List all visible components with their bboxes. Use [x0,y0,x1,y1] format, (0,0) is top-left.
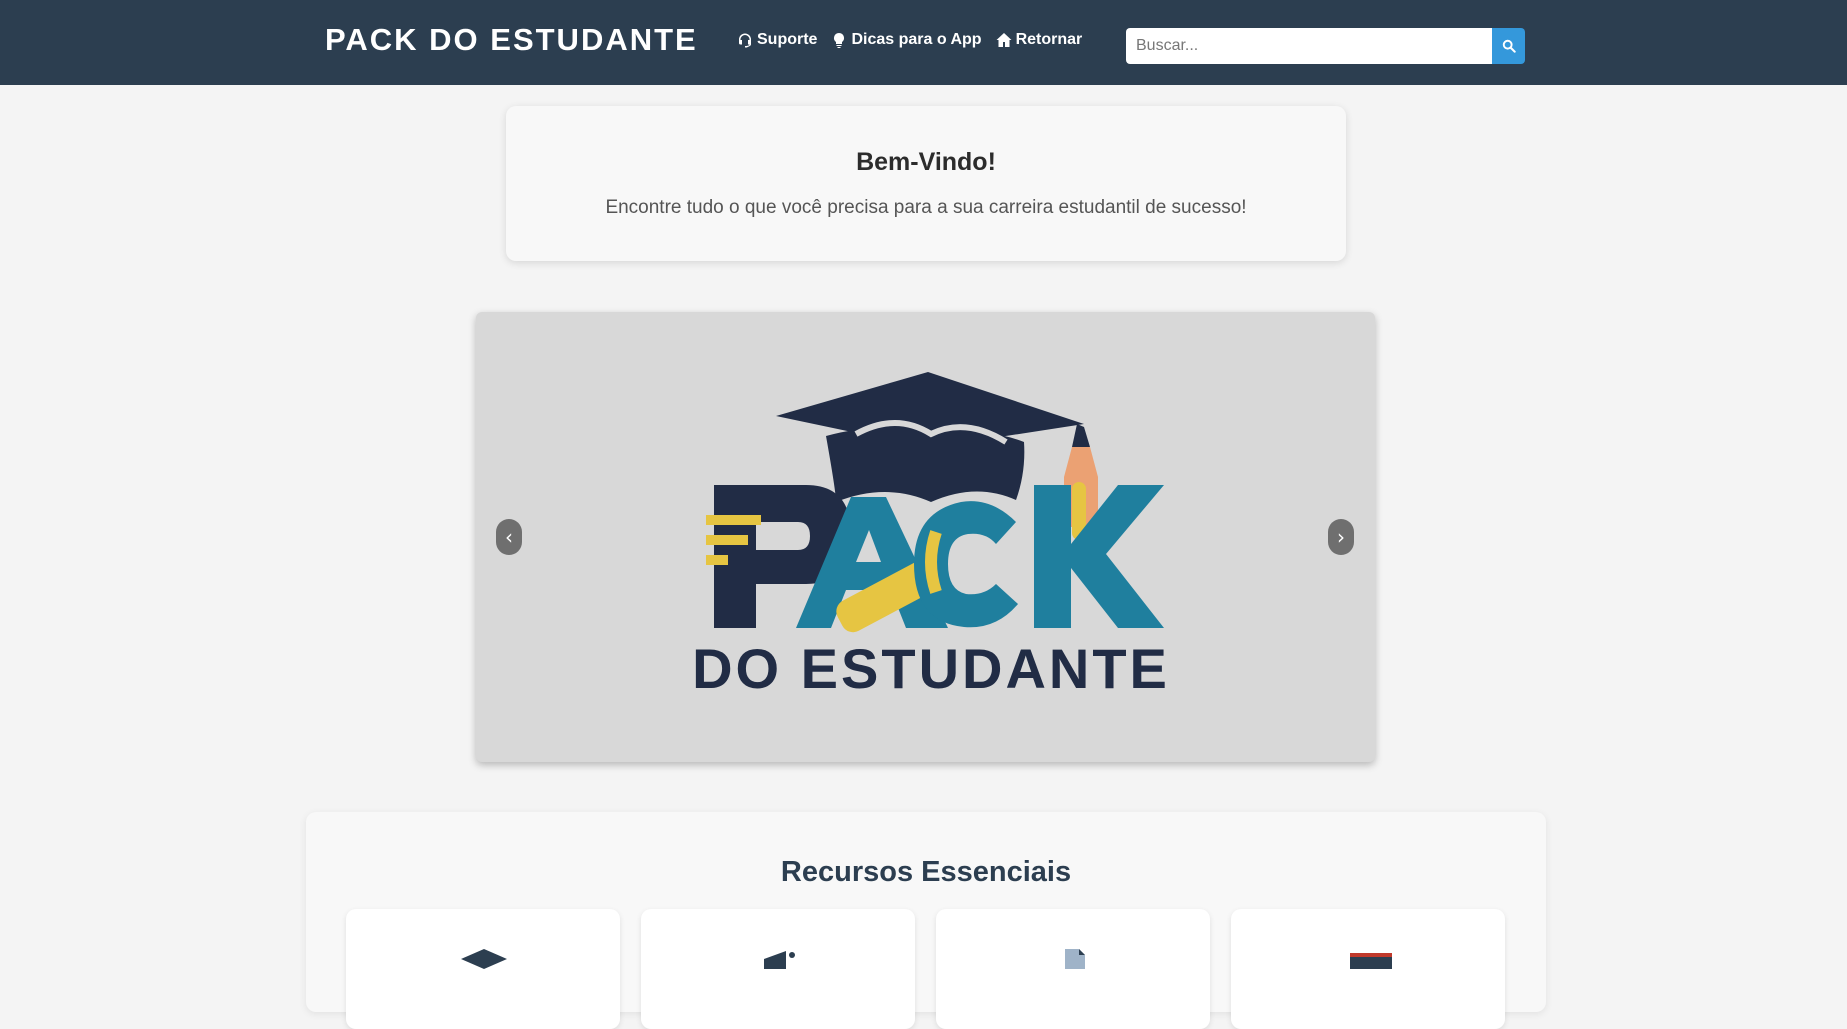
nav-link-retornar[interactable]: Retornar [996,31,1083,49]
book-icon [1350,953,1392,969]
search-button[interactable] [1492,28,1525,64]
welcome-card: Bem-Vindo! Encontre tudo o que você prec… [506,106,1346,261]
search-icon [1502,39,1516,53]
nav-link-dicas[interactable]: Dicas para o App [831,31,982,49]
resource-card[interactable] [936,909,1210,1029]
nav-label: Suporte [757,31,818,48]
carousel-next-button[interactable]: › [1328,519,1354,555]
resource-card[interactable] [641,909,915,1029]
welcome-subtitle: Encontre tudo o que você precisa para a … [605,197,1247,218]
resources-section: Recursos Essenciais [306,812,1546,1029]
top-navbar: PACK DO ESTUDANTE Suporte Dicas para o A… [0,0,1847,85]
search-input[interactable] [1126,28,1492,64]
welcome-title: Bem-Vindo! [856,148,996,176]
pack-do-estudante-logo: DO ESTUDANTE [692,372,1170,700]
search-bar [1126,28,1525,64]
nav-link-suporte[interactable]: Suporte [737,31,817,49]
nav-label: Dicas para o App [851,31,982,48]
graduation-cap-icon [461,949,507,969]
carousel-prev-button[interactable]: ‹ [496,519,522,555]
resource-card[interactable] [1231,909,1505,1029]
headset-icon [739,33,751,48]
svg-text:DO ESTUDANTE: DO ESTUDANTE [692,637,1170,700]
resource-card[interactable] [346,909,620,1029]
image-carousel: DO ESTUDANTE ‹ › [476,312,1375,762]
main-nav: Suporte Dicas para o App Retornar [737,31,1082,49]
resources-title: Recursos Essenciais [780,856,1072,888]
lightbulb-icon [834,33,845,48]
nav-label: Retornar [1015,31,1083,48]
megaphone-icon [764,951,795,969]
site-brand[interactable]: PACK DO ESTUDANTE [325,22,698,58]
document-icon [1065,949,1085,969]
home-icon [996,33,1012,47]
